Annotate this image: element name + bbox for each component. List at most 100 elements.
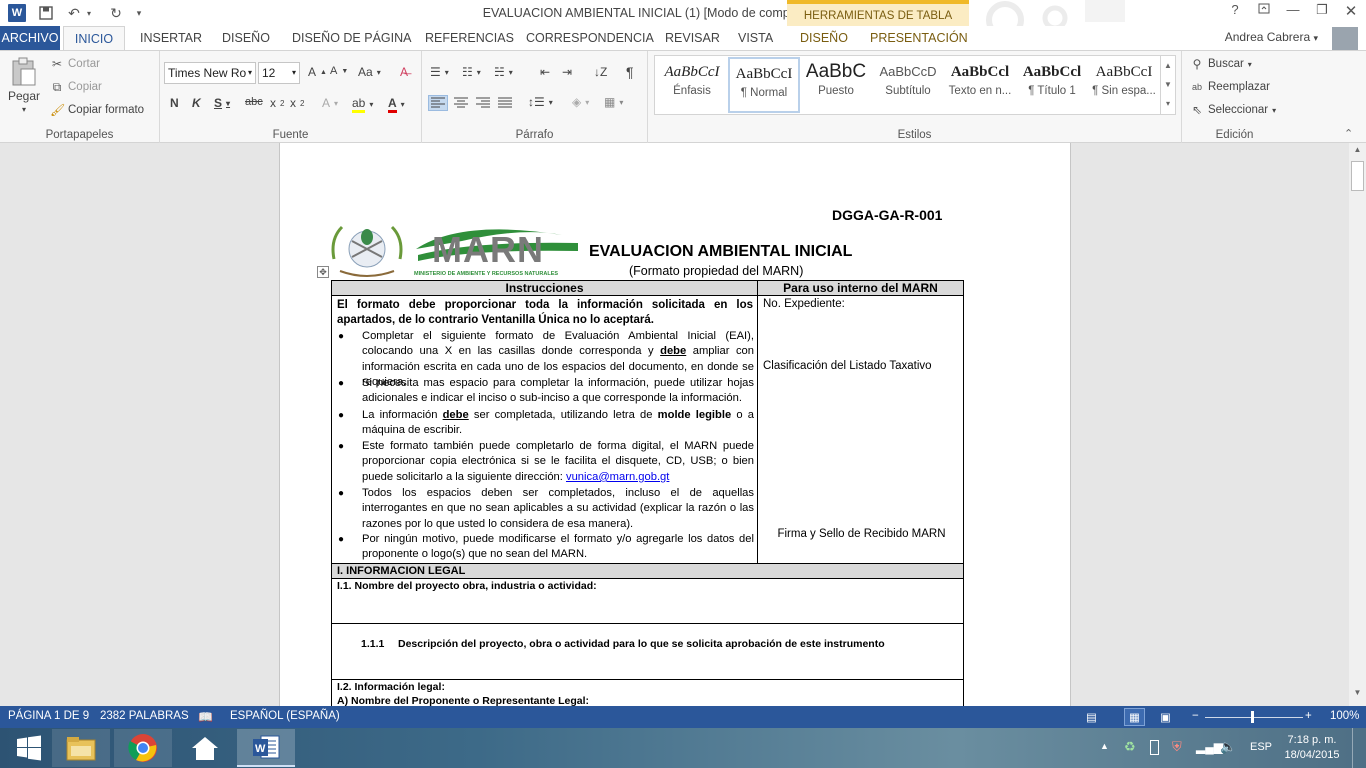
legal-info-cell[interactable]: I.2. Información legal: A) Nombre del Pr… (331, 679, 964, 706)
table-move-handle[interactable]: ✥ (317, 266, 329, 278)
tab-vista[interactable]: VISTA (738, 26, 773, 50)
email-link[interactable]: vunica@marn.gob.gt (566, 471, 669, 483)
tab-table-presentacion[interactable]: PRESENTACIÓN (870, 26, 968, 50)
print-layout-icon[interactable]: ▦ (1124, 708, 1145, 726)
subscript-button[interactable]: x2 (270, 96, 284, 110)
clear-format-icon[interactable]: A̶ (400, 65, 408, 79)
scroll-thumb[interactable] (1351, 161, 1364, 191)
underline-button[interactable]: S ▾ (214, 96, 230, 110)
tab-diseno-pagina[interactable]: DISEÑO DE PÁGINA (292, 26, 411, 50)
zoom-out-icon[interactable]: − (1192, 710, 1199, 722)
borders-icon[interactable]: ▦ ▾ (604, 95, 623, 109)
network-status-icon[interactable]: ♻ (1124, 739, 1136, 755)
word-count[interactable]: 2382 PALABRAS (100, 710, 189, 722)
user-name[interactable]: Andrea Cabrera ▾ (1225, 30, 1318, 44)
style-enfasis[interactable]: AaBbCcI Énfasis (656, 57, 728, 113)
cut-button[interactable]: ✂ Cortar (50, 57, 100, 71)
font-size-combo[interactable]: 12 ▾ (258, 62, 300, 84)
scroll-up-icon[interactable]: ▲ (1351, 145, 1364, 159)
format-painter-button[interactable]: 🖌 Copiar formato (50, 103, 144, 117)
volume-icon[interactable]: 🔈 (1220, 739, 1236, 755)
tab-revisar[interactable]: REVISAR (665, 26, 720, 50)
page-count[interactable]: PÁGINA 1 DE 9 (8, 710, 89, 722)
restore-icon[interactable]: ❐ (1309, 2, 1335, 22)
tab-archivo[interactable]: ARCHIVO (0, 26, 60, 50)
zoom-in-icon[interactable]: + (1305, 710, 1312, 722)
avatar[interactable] (1332, 27, 1358, 51)
document-page[interactable]: DGGA-GA-R-001 MARN MINISTERIO DE AMBIENT… (279, 143, 1071, 706)
align-left-icon[interactable] (428, 95, 448, 111)
superscript-button[interactable]: x2 (290, 96, 304, 110)
file-explorer-button[interactable] (52, 729, 110, 767)
style-subtitulo[interactable]: AaBbCcD Subtítulo (872, 57, 944, 113)
internal-use-cell[interactable]: No. Expediente: Clasificación del Listad… (757, 295, 964, 564)
proofing-icon[interactable]: 📖 (198, 710, 213, 724)
multilevel-list-icon[interactable]: ☵ ▾ (494, 65, 513, 79)
tab-table-diseno[interactable]: DISEÑO (800, 26, 848, 50)
highlight-icon[interactable]: ab ▾ (352, 96, 373, 113)
vertical-scrollbar[interactable]: ▲ ▼ (1349, 143, 1366, 706)
numbering-icon[interactable]: ☷ ▾ (462, 65, 481, 79)
zoom-slider-thumb[interactable] (1251, 711, 1254, 723)
copy-button[interactable]: ⧉ Copiar (50, 80, 102, 94)
tab-referencias[interactable]: REFERENCIAS (425, 26, 514, 50)
security-alert-icon[interactable]: ⛨ (1172, 739, 1182, 755)
style-normal[interactable]: AaBbCcI ¶ Normal (728, 57, 800, 113)
clock[interactable]: 7:18 p. m. 18/04/2015 (1282, 733, 1342, 763)
signal-icon[interactable]: ▂▄▆ (1196, 740, 1223, 754)
zoom-level[interactable]: 100% (1330, 710, 1359, 722)
instructions-cell[interactable]: El formato debe proporcionar toda la inf… (331, 295, 758, 564)
tab-correspondencia[interactable]: CORRESPONDENCIA (526, 26, 654, 50)
style-sin-espaciado[interactable]: AaBbCcI ¶ Sin espa... (1088, 57, 1160, 113)
bullets-icon[interactable]: ☰ ▾ (430, 65, 449, 79)
style-texto-negrita[interactable]: AaBbCcl Texto en n... (944, 57, 1016, 113)
minimize-icon[interactable]: — (1280, 2, 1306, 22)
show-hidden-icons[interactable]: ▲ (1100, 741, 1109, 751)
word-taskbar-button[interactable]: W (237, 729, 295, 767)
read-mode-icon[interactable]: ▤ (1086, 710, 1097, 724)
shading-icon[interactable]: ◈ ▾ (572, 95, 589, 109)
web-layout-icon[interactable]: ▣ (1160, 710, 1171, 724)
align-center-icon[interactable] (454, 97, 468, 109)
font-name-combo[interactable]: Times New Ro ▾ (164, 62, 256, 84)
paste-button[interactable]: Pegar ▾ (8, 57, 40, 114)
ribbon-display-options-icon[interactable] (1251, 2, 1277, 22)
project-name-cell[interactable]: I.1. Nombre del proyecto obra, industria… (331, 578, 964, 624)
chrome-button[interactable] (114, 729, 172, 767)
input-language[interactable]: ESP (1250, 741, 1272, 753)
language-indicator[interactable]: ESPAÑOL (ESPAÑA) (230, 710, 340, 722)
styles-scroll[interactable]: ▲ ▼ ▾ (1160, 55, 1176, 115)
tab-diseno[interactable]: DISEÑO (222, 26, 270, 50)
tab-inicio[interactable]: INICIO (63, 26, 125, 51)
show-formatting-icon[interactable]: ¶ (626, 64, 634, 80)
line-spacing-icon[interactable]: ↕☰ ▾ (528, 95, 553, 109)
grow-font-icon[interactable]: A ▲ (308, 65, 327, 79)
show-desktop-button[interactable] (1352, 728, 1366, 768)
style-puesto[interactable]: AaBbC Puesto (800, 57, 872, 113)
collapse-ribbon-icon[interactable]: ⌃ (1344, 127, 1353, 140)
replace-button[interactable]: ab Reemplazar (1190, 80, 1270, 94)
shrink-font-icon[interactable]: A ▼ (330, 65, 348, 77)
find-button[interactable]: ⚲ Buscar ▾ (1190, 57, 1252, 71)
italic-button[interactable]: K (192, 96, 201, 110)
close-icon[interactable]: ✕ (1338, 2, 1364, 22)
change-case-icon[interactable]: Aa ▾ (358, 65, 381, 79)
strikethrough-button[interactable]: abc (245, 96, 263, 108)
project-description-cell[interactable]: 1.1.1 Descripción del proyecto, obra o a… (331, 623, 964, 680)
scroll-down-icon[interactable]: ▼ (1351, 688, 1364, 702)
text-effects-icon[interactable]: A ▾ (322, 96, 338, 110)
justify-icon[interactable] (498, 97, 512, 109)
bold-button[interactable]: N (170, 96, 179, 110)
home-button[interactable] (176, 729, 234, 767)
decrease-indent-icon[interactable]: ⇤ (540, 65, 550, 79)
battery-icon[interactable] (1150, 740, 1159, 755)
align-right-icon[interactable] (476, 97, 490, 109)
font-color-icon[interactable]: A ▾ (388, 96, 405, 113)
help-button[interactable]: ? (1222, 2, 1248, 22)
zoom-slider[interactable] (1205, 717, 1303, 718)
increase-indent-icon[interactable]: ⇥ (562, 65, 572, 79)
start-button[interactable] (0, 729, 58, 767)
sort-icon[interactable]: ↓Z (594, 65, 607, 79)
select-button[interactable]: ⇖ Seleccionar ▾ (1190, 103, 1276, 117)
tab-insertar[interactable]: INSERTAR (140, 26, 202, 50)
